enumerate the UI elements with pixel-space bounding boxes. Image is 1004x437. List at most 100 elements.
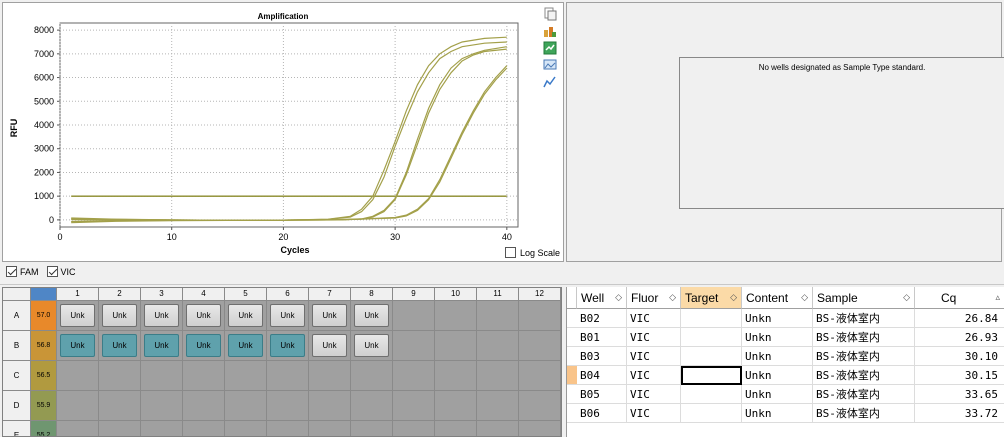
column-header-sample[interactable]: Sample ◇ — [813, 287, 915, 309]
table-cell-target[interactable] — [681, 385, 742, 404]
plate-well[interactable] — [225, 391, 267, 421]
table-cell-well[interactable]: B04 — [577, 366, 627, 385]
plate-row-header[interactable]: D — [3, 391, 31, 421]
table-cell-cq[interactable]: 33.65 — [915, 385, 1004, 404]
plate-well[interactable] — [351, 391, 393, 421]
plate-well[interactable] — [351, 421, 393, 436]
sort-ascending-icon[interactable]: ▵ — [995, 292, 1000, 303]
plate-well[interactable] — [57, 361, 99, 391]
well-content-label[interactable]: Unk — [312, 334, 347, 357]
table-cell-fluor[interactable]: VIC — [627, 347, 681, 366]
table-cell-fluor[interactable]: VIC — [627, 385, 681, 404]
sort-icon[interactable]: ◇ — [903, 292, 910, 303]
plate-well[interactable] — [435, 421, 477, 436]
plate-well[interactable] — [141, 361, 183, 391]
table-cell-target[interactable] — [681, 366, 742, 385]
plate-well[interactable] — [57, 391, 99, 421]
table-cell-content[interactable]: Unkn — [742, 385, 813, 404]
well-content-label[interactable]: Unk — [228, 334, 263, 357]
table-cell-target[interactable] — [681, 309, 742, 328]
plate-well[interactable]: Unk — [225, 331, 267, 361]
row-selector[interactable] — [567, 404, 577, 423]
plate-well[interactable] — [477, 301, 519, 331]
plate-well[interactable] — [435, 391, 477, 421]
plate-well[interactable] — [477, 421, 519, 436]
plate-well[interactable]: Unk — [57, 331, 99, 361]
column-header-fluor[interactable]: Fluor ◇ — [627, 287, 681, 309]
plate-well[interactable]: Unk — [183, 301, 225, 331]
sort-icon[interactable]: ◇ — [669, 292, 676, 303]
plate-well[interactable]: Unk — [267, 331, 309, 361]
plate-well[interactable] — [393, 361, 435, 391]
plate-corner[interactable] — [3, 288, 31, 301]
well-content-label[interactable]: Unk — [144, 304, 179, 327]
plate-well[interactable] — [477, 331, 519, 361]
table-cell-fluor[interactable]: VIC — [627, 328, 681, 347]
plate-well[interactable] — [519, 331, 561, 361]
plate-well[interactable] — [267, 421, 309, 436]
plate-well[interactable]: Unk — [309, 331, 351, 361]
plate-well[interactable] — [393, 421, 435, 436]
table-cell-target[interactable] — [681, 404, 742, 423]
plate-well[interactable] — [477, 391, 519, 421]
well-content-label[interactable]: Unk — [312, 304, 347, 327]
plate-well[interactable]: Unk — [99, 331, 141, 361]
log-scale-toggle[interactable]: Log Scale — [505, 247, 560, 258]
table-cell-cq[interactable]: 26.84 — [915, 309, 1004, 328]
plate-well[interactable]: Unk — [225, 301, 267, 331]
vic-checkbox[interactable] — [46, 266, 58, 277]
plate-well[interactable] — [309, 391, 351, 421]
plate-well[interactable] — [519, 421, 561, 436]
table-cell-cq[interactable]: 26.93 — [915, 328, 1004, 347]
plate-well[interactable] — [57, 421, 99, 436]
table-cell-content[interactable]: Unkn — [742, 404, 813, 423]
report-icon[interactable] — [543, 41, 557, 55]
table-cell-well[interactable]: B02 — [577, 309, 627, 328]
row-selector[interactable] — [567, 309, 577, 328]
table-cell-cq[interactable]: 30.15 — [915, 366, 1004, 385]
table-cell-target[interactable] — [681, 347, 742, 366]
column-header-target[interactable]: Target ◇ — [681, 287, 742, 309]
plate-well[interactable] — [435, 361, 477, 391]
table-cell-sample[interactable]: BS-液体室内 — [813, 366, 915, 385]
plate-column-header[interactable]: 11 — [477, 288, 519, 301]
sort-icon[interactable]: ◇ — [615, 292, 622, 303]
plate-column-header[interactable]: 10 — [435, 288, 477, 301]
well-content-label[interactable]: Unk — [60, 334, 95, 357]
plate-column-header[interactable]: 3 — [141, 288, 183, 301]
well-content-label[interactable]: Unk — [270, 334, 305, 357]
plate-column-header[interactable]: 12 — [519, 288, 561, 301]
plate-well[interactable] — [519, 361, 561, 391]
plate-well[interactable]: Unk — [57, 301, 99, 331]
plate-column-header[interactable]: 5 — [225, 288, 267, 301]
plate-well[interactable] — [393, 331, 435, 361]
plate-well[interactable]: Unk — [183, 331, 225, 361]
plate-column-header[interactable]: 7 — [309, 288, 351, 301]
well-content-label[interactable]: Unk — [186, 304, 221, 327]
plate-column-header[interactable]: 1 — [57, 288, 99, 301]
plate-well[interactable] — [267, 361, 309, 391]
table-cell-well[interactable]: B06 — [577, 404, 627, 423]
plate-well[interactable] — [309, 421, 351, 436]
plate-well[interactable]: Unk — [351, 301, 393, 331]
column-header-cq[interactable]: Cq ▵ — [915, 287, 1004, 309]
well-content-label[interactable]: Unk — [186, 334, 221, 357]
plate-column-header[interactable]: 9 — [393, 288, 435, 301]
copy-icon[interactable] — [543, 7, 557, 21]
export-icon[interactable] — [543, 24, 557, 38]
column-header-content[interactable]: Content ◇ — [742, 287, 813, 309]
table-cell-fluor[interactable]: VIC — [627, 366, 681, 385]
plate-well[interactable] — [183, 421, 225, 436]
table-cell-sample[interactable]: BS-液体室内 — [813, 328, 915, 347]
table-cell-cq[interactable]: 33.72 — [915, 404, 1004, 423]
table-cell-content[interactable]: Unkn — [742, 328, 813, 347]
plate-column-header[interactable]: 2 — [99, 288, 141, 301]
plate-well[interactable]: Unk — [141, 331, 183, 361]
plate-well[interactable]: Unk — [267, 301, 309, 331]
well-content-label[interactable]: Unk — [354, 304, 389, 327]
well-content-label[interactable]: Unk — [270, 304, 305, 327]
table-cell-content[interactable]: Unkn — [742, 309, 813, 328]
plate-well[interactable] — [141, 421, 183, 436]
table-cell-fluor[interactable]: VIC — [627, 309, 681, 328]
well-content-label[interactable]: Unk — [144, 334, 179, 357]
